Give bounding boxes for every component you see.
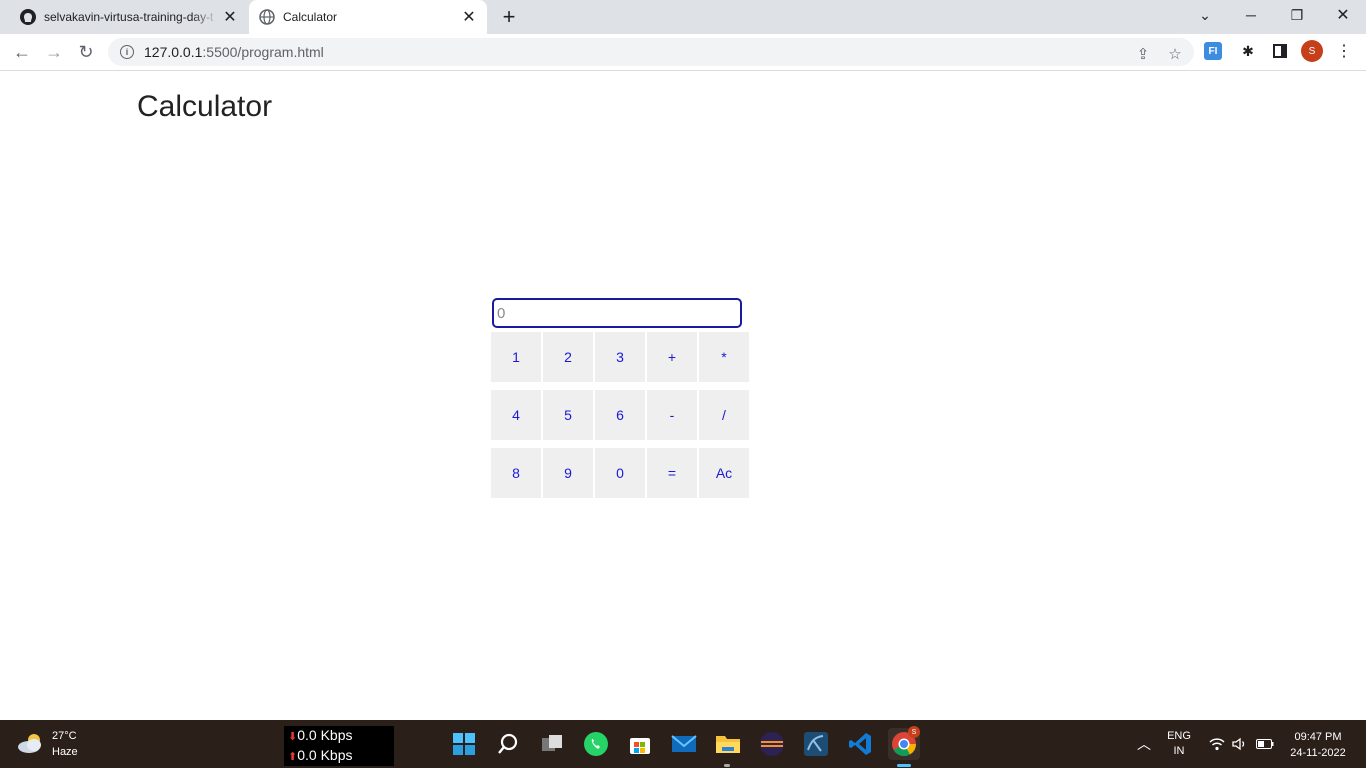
calculator-keypad: 1 2 3 + * 4 5 6 - / 8 9 0 = Ac [491, 332, 749, 498]
restore-button[interactable]: ❐ [1274, 0, 1320, 30]
url-path: :5500/program.html [202, 44, 324, 60]
file-explorer-icon[interactable] [712, 728, 744, 760]
site-info-icon[interactable]: i [120, 45, 134, 59]
tab-calculator[interactable]: Calculator ✕ [249, 0, 487, 34]
weather-desc: Haze [52, 746, 78, 758]
extension-fi-icon[interactable]: FI [1204, 42, 1222, 60]
tab-github[interactable]: selvakavin-virtusa-training-day-t ✕ [8, 0, 248, 34]
chevron-up-icon[interactable]: ︿ [1134, 720, 1154, 768]
key-equals[interactable]: = [647, 448, 697, 498]
task-view-icon[interactable] [536, 728, 568, 760]
net-down: 0.0 Kbps [297, 727, 353, 743]
upload-arrow-icon: ⬆ [288, 751, 298, 763]
key-0[interactable]: 0 [595, 448, 645, 498]
weather-haze-icon [16, 731, 46, 757]
chrome-active-indicator [897, 764, 911, 767]
weather-widget[interactable]: 27°C Haze [16, 728, 78, 760]
extensions-puzzle-icon[interactable]: ✱ [1237, 40, 1259, 62]
mail-icon[interactable] [668, 728, 700, 760]
back-button[interactable]: ← [8, 38, 36, 66]
url-host: 127.0.0.1 [144, 44, 203, 60]
key-3[interactable]: 3 [595, 332, 645, 382]
tab-title: selvakavin-virtusa-training-day-t [44, 10, 214, 24]
browser-toolbar: ← → ↻ i 127.0.0.1:5500/program.html ⇪ ☆ … [0, 34, 1366, 71]
address-bar[interactable]: i 127.0.0.1:5500/program.html ⇪ ☆ [108, 38, 1194, 66]
key-1[interactable]: 1 [491, 332, 541, 382]
mysql-workbench-icon[interactable] [800, 728, 832, 760]
tab-title: Calculator [283, 10, 338, 24]
calculator-display[interactable] [492, 298, 742, 328]
language-top: ENG [1167, 730, 1191, 742]
profile-avatar[interactable]: S [1301, 40, 1323, 62]
key-5[interactable]: 5 [543, 390, 593, 440]
chrome-profile-badge: S [908, 726, 920, 738]
minimize-button[interactable]: ─ [1228, 0, 1274, 30]
battery-icon[interactable] [1253, 720, 1277, 768]
key-2[interactable]: 2 [543, 332, 593, 382]
close-tab-icon[interactable]: ✕ [218, 5, 242, 29]
clock-date: 24-11-2022 [1290, 747, 1346, 759]
system-clock[interactable]: 09:47 PM 24-11-2022 [1284, 729, 1352, 761]
globe-icon [259, 9, 275, 25]
key-divide[interactable]: / [699, 390, 749, 440]
github-icon [20, 9, 36, 25]
key-minus[interactable]: - [647, 390, 697, 440]
whatsapp-icon[interactable] [580, 728, 612, 760]
download-arrow-icon: ⬇ [288, 731, 298, 743]
tab-search-chevron-icon[interactable]: ⌄ [1182, 0, 1228, 30]
search-icon[interactable] [492, 728, 524, 760]
forward-button[interactable]: → [40, 38, 68, 66]
tab-strip: selvakavin-virtusa-training-day-t ✕ Calc… [0, 0, 1366, 34]
language-indicator[interactable]: ENG IN [1162, 720, 1196, 768]
url-text: 127.0.0.1:5500/program.html [144, 44, 324, 60]
key-multiply[interactable]: * [699, 332, 749, 382]
weather-temp: 27°C [52, 730, 77, 742]
menu-kebab-icon[interactable]: ⋮ [1333, 40, 1355, 62]
close-window-button[interactable]: ✕ [1320, 0, 1366, 30]
net-up: 0.0 Kbps [297, 747, 353, 763]
explorer-open-indicator [724, 764, 730, 767]
windows-start-icon[interactable] [448, 728, 480, 760]
bookmark-star-icon[interactable]: ☆ [1166, 45, 1184, 63]
wifi-icon[interactable] [1206, 720, 1228, 768]
close-tab-icon[interactable]: ✕ [457, 5, 481, 29]
side-panel-icon[interactable] [1269, 40, 1291, 62]
volume-icon[interactable] [1229, 720, 1251, 768]
microsoft-store-icon[interactable] [624, 728, 656, 760]
vscode-icon[interactable] [844, 728, 876, 760]
chrome-icon[interactable]: S [888, 726, 920, 760]
page-title: Calculator [137, 90, 273, 123]
reload-button[interactable]: ↻ [72, 38, 100, 66]
key-clear[interactable]: Ac [699, 448, 749, 498]
key-plus[interactable]: + [647, 332, 697, 382]
windows-taskbar: 27°C Haze ⬇0.0 Kbps ⬆0.0 Kbps S ︿ ENG IN… [0, 720, 1366, 768]
key-6[interactable]: 6 [595, 390, 645, 440]
new-tab-button[interactable]: + [496, 4, 522, 29]
language-bottom: IN [1173, 745, 1185, 757]
share-icon[interactable]: ⇪ [1134, 45, 1152, 63]
key-4[interactable]: 4 [491, 390, 541, 440]
net-speed-meter: ⬇0.0 Kbps ⬆0.0 Kbps [284, 726, 394, 766]
key-9[interactable]: 9 [543, 448, 593, 498]
eclipse-icon[interactable] [756, 728, 788, 760]
clock-time: 09:47 PM [1294, 731, 1342, 743]
key-8[interactable]: 8 [491, 448, 541, 498]
